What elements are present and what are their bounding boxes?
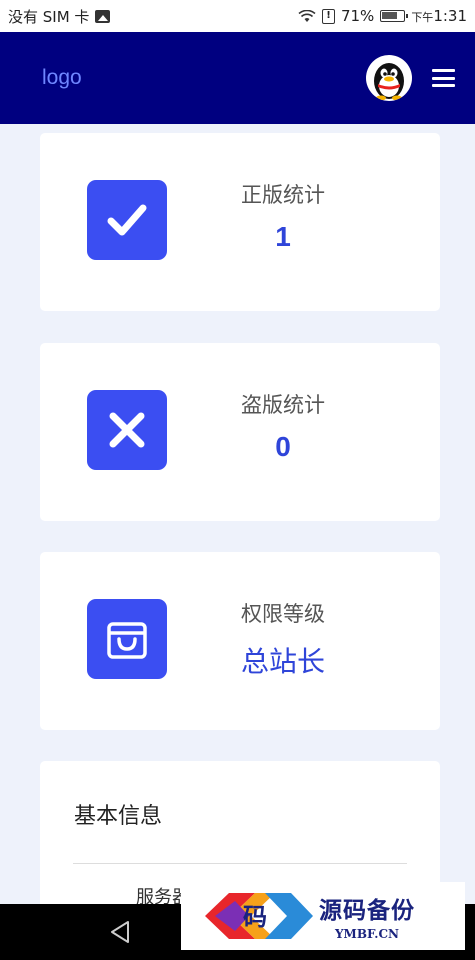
clock-time: 1:31 bbox=[433, 7, 467, 25]
stat-value: 0 bbox=[275, 431, 291, 462]
shopping-bag-icon bbox=[87, 599, 167, 679]
alert-icon: ! bbox=[321, 8, 335, 24]
image-notification-icon bbox=[95, 9, 111, 23]
info-title: 基本信息 bbox=[74, 804, 163, 829]
time-prefix: 下午 bbox=[411, 11, 434, 24]
stat-card-permission: 权限等级 总站长 bbox=[40, 552, 440, 730]
carrier-text: 没有 SIM 卡 bbox=[8, 7, 90, 26]
stat-value: 1 bbox=[275, 221, 291, 252]
stat-label: 正版统计 bbox=[241, 183, 325, 207]
divider bbox=[73, 863, 407, 864]
wifi-icon bbox=[298, 9, 316, 22]
stat-label: 权限等级 bbox=[241, 602, 325, 626]
main-content: 正版统计 1 盗版统计 0 权限等级 总站长 基本信息 服务器 bbox=[0, 124, 475, 904]
battery-icon bbox=[380, 10, 409, 22]
watermark-logo-icon: 码 bbox=[205, 893, 313, 939]
watermark-subtitle: YMBF.CN bbox=[334, 927, 399, 941]
back-icon[interactable] bbox=[108, 919, 132, 945]
watermark-title: 源码备份 bbox=[319, 897, 415, 924]
app-bar: logo bbox=[0, 32, 475, 124]
battery-percent: 71% bbox=[340, 7, 375, 25]
stat-label: 盗版统计 bbox=[241, 393, 325, 417]
stat-card-pirated: 盗版统计 0 bbox=[40, 343, 440, 521]
penguin-avatar-icon bbox=[374, 63, 404, 101]
stat-card-genuine: 正版统计 1 bbox=[40, 133, 440, 311]
status-bar: 没有 SIM 卡 ! 71% 下午1:31 bbox=[0, 0, 475, 32]
logo[interactable]: logo bbox=[42, 66, 82, 90]
hamburger-menu-icon[interactable] bbox=[432, 69, 455, 87]
check-icon bbox=[87, 180, 167, 260]
watermark-logo-char: 码 bbox=[243, 902, 267, 931]
stat-value: 总站长 bbox=[240, 646, 325, 677]
avatar[interactable] bbox=[366, 55, 412, 101]
watermark-banner: 码 源码备份 YMBF.CN bbox=[181, 882, 465, 950]
close-icon bbox=[87, 390, 167, 470]
